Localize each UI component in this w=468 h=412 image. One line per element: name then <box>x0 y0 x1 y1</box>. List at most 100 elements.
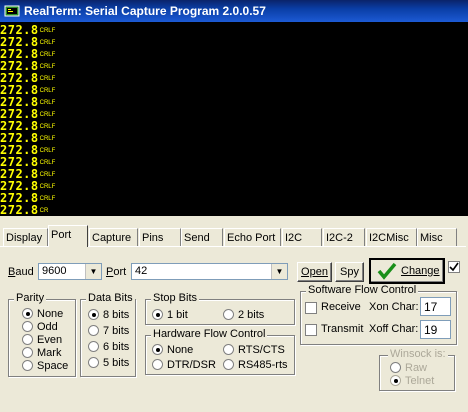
stop-bits-2-radio[interactable]: 2 bits <box>223 308 265 321</box>
hw-flow-rs485-label: RS485-rts <box>238 359 288 371</box>
window-title: RealTerm: Serial Capture Program 2.0.0.5… <box>24 4 266 18</box>
data-bits-7-label: 7 bits <box>103 325 130 337</box>
terminal-control-chars: CRLF <box>39 100 56 106</box>
tab-i2c-2[interactable]: I2C-2 <box>323 228 365 246</box>
app-icon[interactable] <box>4 3 20 19</box>
tab-send[interactable]: Send <box>181 228 223 246</box>
chevron-down-icon[interactable]: ▼ <box>85 264 101 279</box>
tab-i2c[interactable]: I2C <box>282 228 322 246</box>
terminal-control-chars: CRLF <box>39 76 56 82</box>
winsock-raw-radio[interactable]: Raw <box>390 361 428 374</box>
stop-bits-title: Stop Bits <box>151 292 200 304</box>
parity-none-radio[interactable]: None <box>22 307 64 320</box>
tab-capture[interactable]: Capture <box>89 228 138 246</box>
spy-button[interactable]: Spy <box>335 262 364 282</box>
tab-display[interactable]: Display <box>3 228 48 246</box>
parity-odd-label: Odd <box>37 321 58 333</box>
change-checkbox[interactable] <box>448 261 460 273</box>
hw-flow-dtrdsr-radio[interactable]: DTR/DSR <box>152 358 216 371</box>
terminal-control-chars: CRLF <box>39 88 56 94</box>
baud-label: Baud <box>8 266 34 278</box>
checkmark-icon <box>377 262 397 280</box>
winsock-raw-label: Raw <box>405 362 428 374</box>
spy-button-label: Spy <box>340 266 359 278</box>
tab-echo-port[interactable]: Echo Port <box>224 228 281 246</box>
chevron-down-icon[interactable]: ▼ <box>271 264 287 279</box>
receive-label: Receive <box>321 301 361 313</box>
terminal-control-chars: CRLF <box>39 28 56 34</box>
data-bits-6-radio[interactable]: 6 bits <box>88 340 130 353</box>
transmit-checkbox[interactable] <box>305 324 317 336</box>
terminal-value: 272.8 <box>0 203 39 216</box>
xon-char-input[interactable]: 17 <box>420 297 451 316</box>
data-bits-5-radio[interactable]: 5 bits <box>88 356 130 369</box>
terminal-control-chars: CRLF <box>39 40 56 46</box>
terminal-line: 272.8CR <box>0 204 48 216</box>
parity-odd-radio[interactable]: Odd <box>22 320 58 333</box>
hw-flow-rtscts-radio[interactable]: RTS/CTS <box>223 343 285 356</box>
parity-space-radio[interactable]: Space <box>22 359 69 372</box>
sw-flow-title: Software Flow Control <box>306 284 419 296</box>
change-button-label: Change <box>401 265 440 277</box>
tab-bar: Display Port Capture Pins Send Echo Port… <box>0 225 468 247</box>
open-button-label: Open <box>301 266 328 278</box>
parity-mark-radio[interactable]: Mark <box>22 346 62 359</box>
terminal-control-chars: CRLF <box>39 184 56 190</box>
xon-value: 17 <box>424 300 438 314</box>
xoff-value: 19 <box>424 323 438 337</box>
port-select[interactable]: 42 ▼ <box>131 263 288 280</box>
parity-mark-label: Mark <box>37 347 62 359</box>
xon-label: Xon Char: <box>369 301 419 313</box>
data-bits-7-radio[interactable]: 7 bits <box>88 324 130 337</box>
data-bits-title: Data Bits <box>86 292 135 304</box>
winsock-telnet-label: Telnet <box>405 375 435 387</box>
change-button[interactable]: Change <box>369 258 445 284</box>
hw-flow-rs485-radio[interactable]: RS485-rts <box>223 358 288 371</box>
terminal-control-chars: CRLF <box>39 160 56 166</box>
terminal-control-chars: CRLF <box>39 136 56 142</box>
data-bits-8-label: 8 bits <box>103 309 130 321</box>
stop-bits-1-label: 1 bit <box>167 309 188 321</box>
parity-space-label: Space <box>37 360 69 372</box>
hw-flow-rtscts-label: RTS/CTS <box>238 344 285 356</box>
tab-misc[interactable]: Misc <box>417 228 457 246</box>
check-icon <box>449 262 459 272</box>
title-bar: RealTerm: Serial Capture Program 2.0.0.5… <box>0 0 468 22</box>
open-button[interactable]: Open <box>297 262 332 282</box>
receive-checkbox[interactable] <box>305 302 317 314</box>
port-label: Port <box>106 266 127 278</box>
data-bits-6-label: 6 bits <box>103 341 130 353</box>
stop-bits-1-radio[interactable]: 1 bit <box>152 308 188 321</box>
parity-none-label: None <box>37 308 64 320</box>
hw-flow-dtrdsr-label: DTR/DSR <box>167 359 216 371</box>
terminal-control-chars: CRLF <box>39 148 56 154</box>
data-bits-5-label: 5 bits <box>103 357 130 369</box>
parity-even-radio[interactable]: Even <box>22 333 63 346</box>
terminal-output[interactable]: 272.8CRLF 272.8CRLF 272.8CRLF 272.8CRLF 272.… <box>0 22 468 216</box>
parity-even-label: Even <box>37 334 63 346</box>
parity-title: Parity <box>14 292 47 304</box>
baud-select[interactable]: 9600 ▼ <box>38 263 102 280</box>
terminal-control-chars: CR <box>39 208 49 214</box>
xoff-char-input[interactable]: 19 <box>420 320 451 339</box>
data-bits-8-radio[interactable]: 8 bits <box>88 308 130 321</box>
baud-value: 9600 <box>42 265 67 277</box>
hw-flow-title: Hardware Flow Control <box>151 328 268 340</box>
tab-port[interactable]: Port <box>48 225 88 247</box>
tab-i2cmisc[interactable]: I2CMisc <box>366 228 417 246</box>
port-value: 42 <box>135 265 148 277</box>
transmit-label: Transmit <box>321 323 364 335</box>
hw-flow-none-radio[interactable]: None <box>152 343 194 356</box>
terminal-control-chars: CRLF <box>39 112 56 118</box>
terminal-control-chars: CRLF <box>39 172 56 178</box>
winsock-title: Winsock is: <box>388 348 448 360</box>
xoff-label: Xoff Char: <box>369 323 419 335</box>
tab-pins[interactable]: Pins <box>139 228 181 246</box>
winsock-telnet-radio[interactable]: Telnet <box>390 374 435 387</box>
hw-flow-none-label: None <box>167 344 194 356</box>
stop-bits-2-label: 2 bits <box>238 309 265 321</box>
terminal-control-chars: CRLF <box>39 124 56 130</box>
terminal-control-chars: CRLF <box>39 196 56 202</box>
terminal-control-chars: CRLF <box>39 64 56 70</box>
terminal-control-chars: CRLF <box>39 52 56 58</box>
